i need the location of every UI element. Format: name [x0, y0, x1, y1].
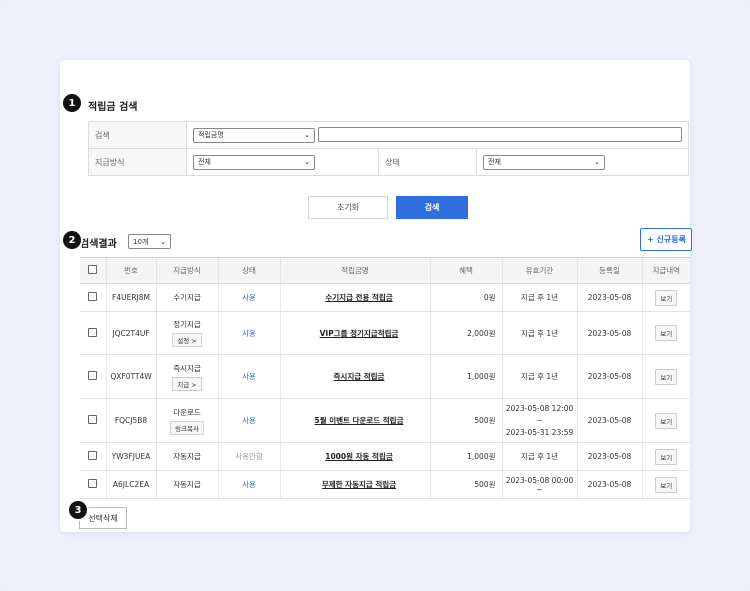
search-section-title: 적립금 검색	[88, 102, 138, 113]
results-table: 번호 지급방식 상태 적립금명 혜택 유효기간 등록일 지급내역 F4UERJ8…	[80, 257, 690, 499]
table-row: YW3FJUEA 자동지급 사용안함 1000원 자동 적립금 1,000원 지…	[80, 442, 690, 471]
column-header: 등록일	[576, 257, 642, 284]
row-checkbox[interactable]	[88, 327, 98, 337]
row-validity: 2023-05-08 12:00 ~	[505, 403, 574, 425]
row-date: 2023-05-08	[576, 442, 642, 471]
row-benefit: 500원	[429, 470, 502, 499]
row-date: 2023-05-08	[576, 311, 642, 355]
row-code: A6JLC2EA	[105, 470, 156, 499]
table-row: FQCJ5B8 다운로드 링크복사 사용 5월 이벤트 다운로드 적립금 500…	[80, 398, 690, 443]
search-keyword-input[interactable]	[317, 127, 682, 143]
status-label: 상태	[378, 148, 477, 176]
row-code: QXF0TT4W	[105, 354, 156, 399]
chevron-down-icon: ⌄	[160, 237, 166, 246]
view-history-button[interactable]: 보기	[655, 448, 678, 465]
row-checkbox[interactable]	[88, 371, 98, 380]
row-checkbox[interactable]	[88, 292, 98, 301]
chevron-down-icon: ⌄	[304, 131, 310, 140]
row-validity: 지급 후 1년	[501, 311, 577, 355]
row-status: 사용	[217, 470, 280, 499]
row-validity: 지급 후 1년	[501, 283, 577, 312]
search-button[interactable]: 검색	[396, 196, 468, 219]
view-history-button[interactable]: 보기	[655, 289, 678, 306]
row-validity: 2023-05-08 00:00 ~	[501, 470, 577, 499]
column-header: 번호	[105, 257, 156, 284]
column-header: 유효기간	[501, 257, 577, 284]
pay-button[interactable]: 지급 >	[172, 376, 202, 391]
row-method: 자동지급	[155, 442, 218, 471]
step-badge-1: 1	[63, 94, 81, 112]
row-benefit: 1,000원	[429, 442, 502, 471]
row-status: 사용	[217, 311, 280, 355]
row-status: 사용	[217, 283, 280, 312]
row-code: YW3FJUEA	[105, 442, 156, 471]
select-all-checkbox[interactable]	[88, 265, 98, 274]
column-header: 지급내역	[641, 257, 690, 284]
view-history-button[interactable]: 보기	[655, 412, 678, 429]
row-validity-end: 2023-05-31 23:59	[505, 427, 574, 437]
row-method: 정기지급	[173, 320, 201, 329]
payment-method-select[interactable]: 전체 ⌄	[193, 154, 315, 170]
row-date: 2023-05-08	[576, 398, 642, 443]
table-row: QXF0TT4W 즉시지급 지급 > 사용 즉시지급 적립금 1,000원 지급…	[80, 354, 690, 399]
view-history-button[interactable]: 보기	[655, 476, 678, 493]
row-method: 다운로드	[173, 407, 201, 417]
row-validity: 지급 후 1년	[501, 354, 577, 399]
chevron-down-icon: ⌄	[594, 158, 600, 166]
search-label: 검색	[88, 121, 187, 149]
reset-button[interactable]: 초기화	[308, 196, 388, 219]
row-validity: 지급 후 1년	[501, 442, 577, 471]
step-badge-3: 3	[69, 501, 87, 519]
column-header: 지급방식	[155, 257, 218, 284]
row-name-link[interactable]: 1000원 자동 적립금	[279, 442, 430, 471]
column-header: 적립금명	[279, 257, 430, 284]
row-name-link[interactable]: VIP그룹 정기지급적립금	[279, 311, 430, 355]
payment-method-label: 지급방식	[88, 148, 187, 176]
row-code: F4UERJ8M	[105, 283, 156, 312]
row-name-link[interactable]: 수기지급 전용 적립금	[279, 283, 430, 312]
row-checkbox[interactable]	[88, 415, 98, 424]
row-benefit: 1,000원	[429, 354, 502, 399]
column-header: 혜택	[429, 257, 502, 284]
row-method: 자동지급	[155, 470, 218, 499]
row-code: JQC2T4UF	[105, 311, 156, 355]
settings-button[interactable]: 설정 >	[172, 333, 202, 347]
row-method: 즉시지급	[173, 363, 201, 373]
row-name-link[interactable]: 즉시지급 적립금	[279, 354, 430, 399]
row-method: 수기지급	[155, 283, 218, 312]
row-name-link[interactable]: 5월 이벤트 다운로드 적립금	[279, 398, 430, 443]
row-benefit: 500원	[429, 398, 502, 443]
row-date: 2023-05-08	[576, 283, 642, 312]
view-history-button[interactable]: 보기	[655, 325, 678, 341]
results-section-title: 검색결과	[80, 239, 117, 250]
chevron-down-icon: ⌄	[304, 158, 310, 166]
status-select[interactable]: 전체 ⌄	[483, 154, 605, 170]
row-name-link[interactable]: 무제한 자동지급 적립금	[279, 470, 430, 499]
row-status: 사용	[217, 354, 280, 399]
page-size-select[interactable]: 10개 ⌄	[128, 234, 171, 249]
row-date: 2023-05-08	[576, 470, 642, 499]
row-benefit: 2,000원	[429, 311, 502, 355]
view-history-button[interactable]: 보기	[655, 368, 678, 385]
row-benefit: 0원	[429, 283, 502, 312]
copy-link-button[interactable]: 링크복사	[170, 420, 204, 435]
step-badge-2: 2	[63, 231, 81, 249]
row-status: 사용	[217, 398, 280, 443]
table-row: A6JLC2EA 자동지급 사용 무제한 자동지급 적립금 500원 2023-…	[80, 470, 690, 499]
row-date: 2023-05-08	[576, 354, 642, 399]
table-row: F4UERJ8M 수기지급 사용 수기지급 전용 적립금 0원 지급 후 1년 …	[80, 283, 690, 312]
search-field-select[interactable]: 적립금명 ⌄	[193, 127, 315, 143]
column-header: 상태	[217, 257, 280, 284]
row-status: 사용안함	[217, 442, 280, 471]
row-code: FQCJ5B8	[105, 398, 156, 443]
table-header-row: 번호 지급방식 상태 적립금명 혜택 유효기간 등록일 지급내역	[80, 257, 690, 284]
new-register-button[interactable]: + 신규등록	[640, 228, 692, 251]
row-checkbox[interactable]	[88, 451, 98, 460]
table-row: JQC2T4UF 정기지급 설정 > 사용 VIP그룹 정기지급적립금 2,00…	[80, 311, 690, 355]
row-checkbox[interactable]	[88, 479, 98, 488]
search-form-table: 검색 적립금명 ⌄ 지급방식 전체 ⌄ 상태 전체 ⌄	[88, 121, 689, 176]
